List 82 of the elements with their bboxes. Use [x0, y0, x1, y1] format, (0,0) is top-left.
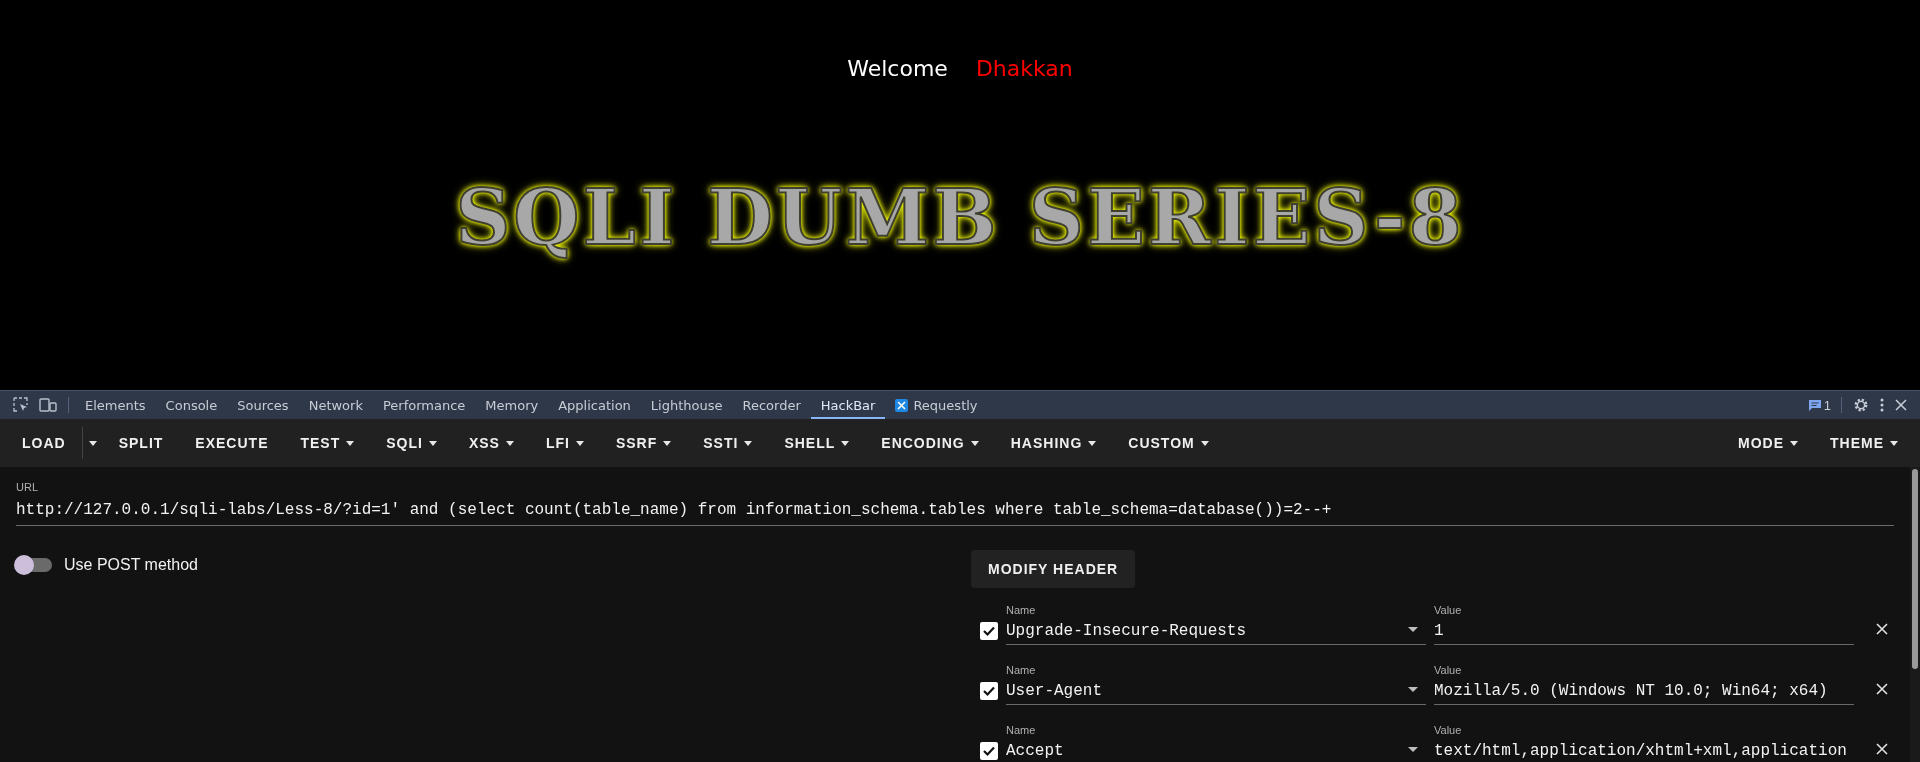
name-label: Name	[1006, 603, 1037, 616]
name-label: Name	[1006, 723, 1037, 736]
caret-icon	[428, 440, 437, 446]
header-checkbox[interactable]	[980, 682, 998, 700]
header-name-field[interactable]: Name Upgrade-Insecure-Requests	[1006, 603, 1426, 645]
devtools-tab[interactable]: Recorder	[732, 391, 811, 419]
value-label: Value	[1434, 663, 1463, 676]
menu-dropdown[interactable]: HASHING	[994, 427, 1113, 459]
username-text: Dhakkan	[975, 56, 1073, 81]
page-title: SQLI DUMB SERIES-8	[455, 173, 1465, 262]
caret-icon	[1408, 686, 1418, 692]
url-field[interactable]: URL http://127.0.0.1/sqli-labs/Less-8/?id=1' and (select count(table_name) from information_schema.tables where table_schema=database())=2--+	[16, 481, 1894, 526]
header-value-text: 1	[1434, 621, 1444, 640]
header-value-field[interactable]: Value 1	[1434, 603, 1854, 645]
menu-dropdown[interactable]: SSTI	[687, 427, 769, 459]
remove-icon[interactable]	[1876, 623, 1888, 635]
header-name-field[interactable]: Name Accept	[1006, 723, 1426, 762]
header-value-field[interactable]: Value Mozilla/5.0 (Windows NT 10.0; Win64; x64)	[1434, 663, 1854, 705]
caret-icon	[663, 440, 672, 446]
menu-dropdown[interactable]: THEME	[1814, 427, 1914, 459]
caret-icon	[1200, 440, 1209, 446]
name-label: Name	[1006, 663, 1037, 676]
devtools-tab[interactable]: Performance	[372, 391, 476, 419]
more-icon[interactable]	[1879, 397, 1885, 413]
value-label: Value	[1434, 723, 1463, 736]
remove-icon[interactable]	[1876, 743, 1888, 755]
url-label: URL	[16, 481, 39, 493]
menu-dropdown[interactable]: SHELL	[768, 427, 866, 459]
caret-icon	[575, 440, 584, 446]
menu-dropdown[interactable]: SSRF	[599, 427, 688, 459]
welcome-text: Welcome	[847, 56, 948, 81]
caret-icon	[1088, 440, 1097, 446]
menu-dropdown[interactable]: SQLI	[370, 427, 453, 459]
devtools-tab[interactable]: Network	[298, 391, 373, 419]
menu-dropdown[interactable]: XSS	[452, 427, 530, 459]
devtools-tab[interactable]: Console	[155, 391, 228, 419]
toggle-label: Use POST method	[64, 556, 198, 574]
header-name-text: Accept	[1006, 741, 1064, 760]
menu-button[interactable]: LOAD	[6, 427, 82, 459]
scrollbar[interactable]	[1910, 467, 1920, 762]
devtools-tab[interactable]: Lighthouse	[640, 391, 733, 419]
menu-button[interactable]: EXECUTE	[179, 427, 285, 459]
caret-icon	[744, 440, 753, 446]
devtools-tab[interactable]: Memory	[475, 391, 549, 419]
caret-icon	[1890, 440, 1898, 446]
header-checkbox[interactable]	[980, 742, 998, 760]
inspect-icon[interactable]	[13, 397, 29, 413]
close-icon[interactable]	[1895, 399, 1907, 411]
header-name-text: Upgrade-Insecure-Requests	[1006, 621, 1247, 640]
extension-icon	[895, 398, 909, 412]
caret-icon	[1408, 746, 1418, 752]
devtools-tab[interactable]: Application	[548, 391, 641, 419]
post-toggle[interactable]	[16, 558, 52, 572]
menu-dropdown[interactable]: LFI	[529, 427, 600, 459]
header-name-field[interactable]: Name User-Agent	[1006, 663, 1426, 705]
devtools-tab[interactable]: Elements	[75, 391, 156, 419]
remove-icon[interactable]	[1876, 683, 1888, 695]
settings-icon[interactable]	[1853, 397, 1869, 413]
header-value-text: Mozilla/5.0 (Windows NT 10.0; Win64; x64)	[1434, 681, 1828, 700]
menu-button[interactable]: SPLIT	[102, 427, 180, 459]
menu-dropdown[interactable]: CUSTOM	[1112, 427, 1225, 459]
value-label: Value	[1434, 603, 1463, 616]
caret-icon	[1790, 440, 1798, 446]
modify-header-button[interactable]: MODIFY HEADER	[971, 550, 1136, 588]
menu-dropdown[interactable]: TEST	[284, 427, 371, 459]
caret-icon	[970, 440, 979, 446]
menu-dropdown[interactable]: MODE	[1722, 427, 1814, 459]
menu-dropdown[interactable]: ENCODING	[865, 427, 995, 459]
device-icon[interactable]	[39, 397, 57, 413]
header-checkbox[interactable]	[980, 622, 998, 640]
caret-icon	[88, 440, 97, 446]
caret-icon	[841, 440, 850, 446]
header-name-text: User-Agent	[1006, 681, 1102, 700]
header-value-text: text/html,application/xhtml+xml,application	[1434, 741, 1847, 760]
issues-counter[interactable]: 1	[1807, 397, 1831, 413]
devtools-tab[interactable]: Sources	[227, 391, 299, 419]
caret-icon	[505, 440, 514, 446]
devtools-tab[interactable]: Requestly	[885, 391, 988, 419]
caret-icon	[1408, 626, 1418, 632]
caret-icon	[346, 440, 355, 446]
header-value-field[interactable]: Value text/html,application/xhtml+xml,application	[1434, 723, 1854, 762]
url-text: http://127.0.0.1/sqli-labs/Less-8/?id=1' and (select count(table_name) from information_schema.tables where table_schema=database())=2--+	[16, 501, 1333, 519]
